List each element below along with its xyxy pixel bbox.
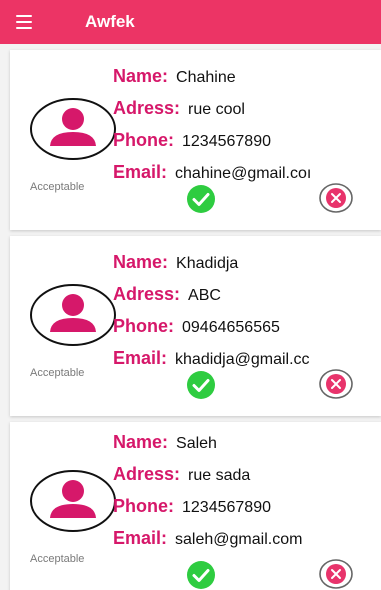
email-value: khadidja@gmail.cc (175, 351, 310, 368)
adress-key: Adress: (113, 464, 181, 484)
email-field: Email: khadidja@gmail.cc (113, 348, 310, 369)
phone-key: Phone: (113, 130, 174, 150)
user-avatar-icon (30, 470, 116, 532)
adress-value: rue cool (188, 101, 245, 118)
name-value: Khadidja (176, 255, 239, 272)
adress-key: Adress: (113, 98, 181, 118)
acceptable-label: Acceptable (30, 367, 85, 379)
email-value: saleh@gmail.com (175, 531, 303, 548)
user-avatar-icon (30, 284, 116, 346)
email-field: Email: saleh@gmail.com (113, 528, 302, 549)
email-value: chahine@gmail.coı (175, 165, 312, 182)
name-key: Name: (113, 252, 169, 272)
email-key: Email: (113, 348, 168, 368)
adress-key: Adress: (113, 284, 181, 304)
phone-key: Phone: (113, 316, 174, 336)
name-value: Chahine (176, 69, 236, 86)
adress-value: rue sada (188, 467, 251, 484)
contact-card: Acceptable Name: Saleh Adress: rue sada Ph… (10, 422, 381, 590)
name-field: Name: Chahine (113, 66, 236, 87)
accept-button[interactable] (186, 370, 216, 400)
adress-field: Adress: rue cool (113, 98, 245, 119)
menu-icon[interactable] (0, 0, 58, 44)
app-bar: Awfek (0, 0, 381, 44)
user-avatar-icon (30, 98, 116, 160)
contact-list[interactable]: Acceptable Name: Chahine Adress: rue cool … (0, 44, 381, 590)
adress-field: Adress: ABC (113, 284, 221, 305)
phone-value: 1234567890 (182, 499, 271, 516)
accept-button[interactable] (186, 184, 216, 214)
acceptable-label: Acceptable (30, 181, 85, 193)
adress-field: Adress: rue sada (113, 464, 250, 485)
phone-field: Phone: 09464656565 (113, 316, 280, 337)
name-field: Name: Saleh (113, 432, 217, 453)
app-title: Awfek (85, 12, 135, 31)
name-value: Saleh (176, 435, 217, 452)
email-field: Email: chahine@gmail.coı (113, 162, 311, 183)
name-field: Name: Khadidja (113, 252, 238, 273)
phone-field: Phone: 1234567890 (113, 130, 271, 151)
name-key: Name: (113, 432, 169, 452)
phone-value: 1234567890 (182, 133, 271, 150)
email-key: Email: (113, 162, 168, 182)
acceptable-label: Acceptable (30, 553, 85, 565)
adress-value: ABC (188, 287, 221, 304)
name-key: Name: (113, 66, 169, 86)
contact-card: Acceptable Name: Chahine Adress: rue cool … (10, 50, 381, 230)
contact-card: Acceptable Name: Khadidja Adress: ABC Phon… (10, 236, 381, 416)
phone-key: Phone: (113, 496, 174, 516)
reject-button[interactable] (318, 182, 354, 214)
reject-button[interactable] (318, 558, 354, 590)
email-key: Email: (113, 528, 168, 548)
reject-button[interactable] (318, 368, 354, 400)
accept-button[interactable] (186, 560, 216, 590)
phone-field: Phone: 1234567890 (113, 496, 271, 517)
phone-value: 09464656565 (182, 319, 280, 336)
